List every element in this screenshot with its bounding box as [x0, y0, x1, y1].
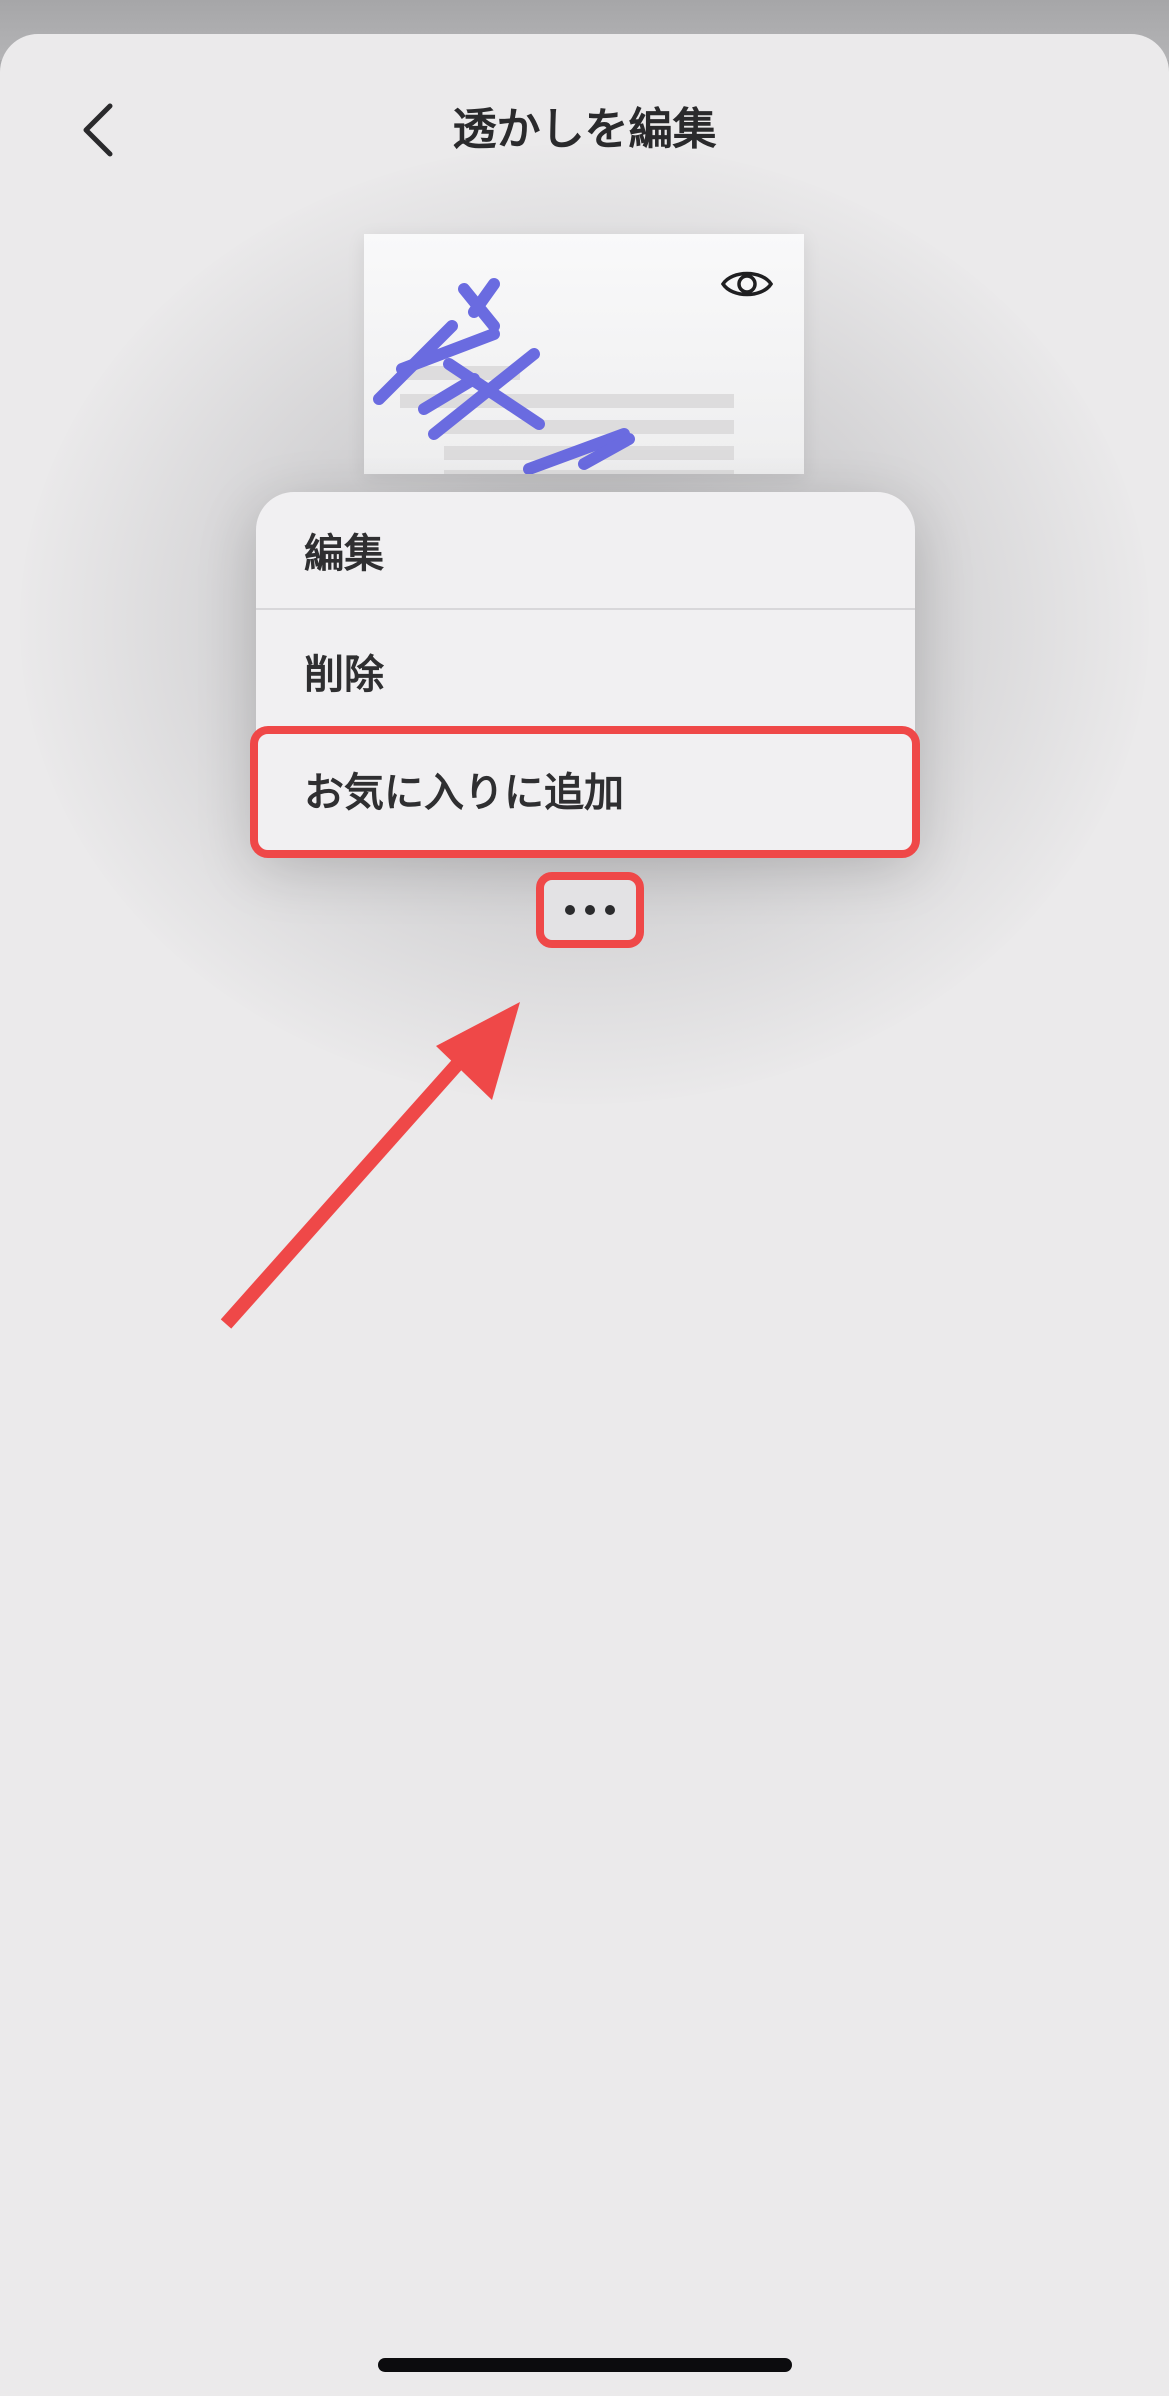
- home-indicator: [378, 2358, 792, 2372]
- menu-item-label: 編集: [304, 531, 384, 577]
- watermark-preview-thumbnail[interactable]: [364, 234, 804, 474]
- annotation-highlight-box: [250, 726, 920, 858]
- ellipsis-icon: [565, 905, 615, 915]
- menu-item-edit[interactable]: 編集: [256, 492, 915, 610]
- page-title: 透かしを編集: [452, 104, 717, 155]
- more-options-button[interactable]: [536, 872, 644, 948]
- menu-item-label: 削除: [304, 652, 384, 698]
- menu-item-delete[interactable]: 削除: [256, 612, 915, 730]
- eye-icon[interactable]: [720, 264, 774, 304]
- annotation-arrow: [220, 1002, 520, 1329]
